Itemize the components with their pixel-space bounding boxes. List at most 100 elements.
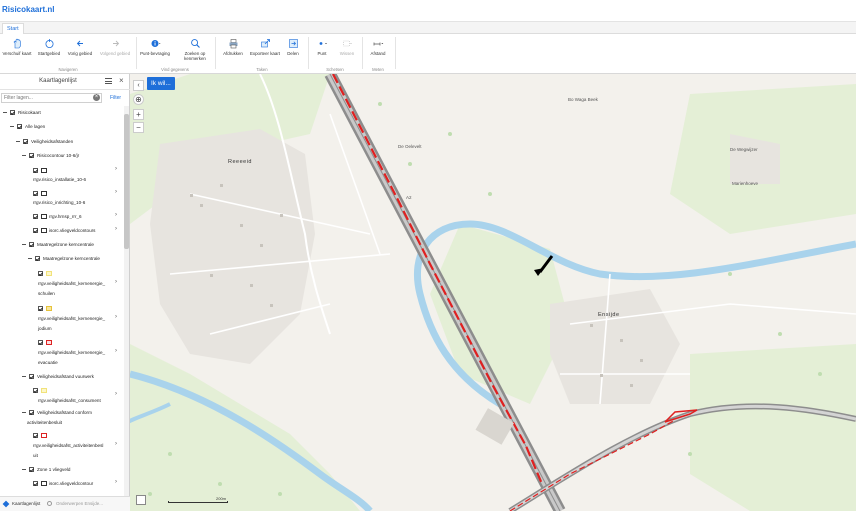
layer-checkbox[interactable]: [29, 410, 34, 416]
layer-checkbox[interactable]: [33, 481, 38, 487]
back-arrow-icon: [75, 38, 86, 49]
tree-row[interactable]: jodium: [38, 324, 52, 334]
expand-arrow-icon[interactable]: ›: [115, 226, 117, 232]
export-icon: [260, 38, 271, 49]
map-label-place: Marienhoeve: [732, 181, 759, 186]
home-extent-button[interactable]: Startgebied: [32, 38, 66, 62]
tree-row[interactable]: uit: [33, 451, 38, 461]
search-attributes-button[interactable]: Zoeken op kenmerken: [178, 38, 212, 62]
layer-checkbox[interactable]: [23, 139, 28, 145]
title-bar: Risicokaart.nl: [0, 0, 856, 22]
next-extent-button[interactable]: Volgend gebied: [98, 38, 132, 62]
tree-row[interactable]: evacuatie: [38, 358, 58, 368]
clear-filter-icon[interactable]: ×: [93, 94, 100, 101]
menu-icon[interactable]: [105, 78, 112, 84]
erase-sketch-button[interactable]: Wissen: [330, 38, 364, 62]
map-label-place: De Oelevelt: [398, 144, 422, 149]
ribbon-separator: [395, 37, 396, 69]
scale-label: 200m: [216, 496, 227, 501]
layer-checkbox[interactable]: [17, 124, 22, 130]
expand-arrow-icon[interactable]: ›: [115, 479, 117, 485]
filter-button[interactable]: Filter: [106, 93, 125, 103]
measure-distance-button[interactable]: Afstand: [361, 38, 395, 62]
brand-logo[interactable]: Risicokaart.nl: [2, 5, 54, 14]
layer-checkbox[interactable]: [38, 271, 43, 277]
group-label-sketch: Schetsen: [326, 67, 344, 72]
tree-row[interactable]: rrgv.risico_installatie_10-6: [33, 175, 86, 185]
filter-input[interactable]: [1, 93, 102, 103]
layer-checkbox[interactable]: [33, 228, 38, 234]
tree-row[interactable]: [38, 269, 54, 279]
tree-row[interactable]: [33, 431, 49, 441]
scale-line: [168, 501, 228, 503]
tree-scrollbar[interactable]: [124, 106, 129, 496]
layer-checkbox[interactable]: [33, 214, 38, 220]
i-want-to-button[interactable]: Ik wil...: [147, 77, 175, 90]
tree-row[interactable]: Risicocontour 10-6/jr: [22, 151, 79, 161]
zoom-out-button[interactable]: −: [133, 122, 144, 133]
layer-checkbox[interactable]: [33, 191, 38, 197]
layers-toggle-icon[interactable]: [136, 495, 146, 505]
map-label-town: Reeeeid: [228, 159, 252, 165]
expand-arrow-icon[interactable]: ›: [115, 189, 117, 195]
layer-checkbox[interactable]: [33, 388, 38, 394]
tree-row[interactable]: Veiligheidsafstanden: [16, 137, 73, 147]
layer-checkbox[interactable]: [38, 306, 43, 312]
expand-arrow-icon[interactable]: ›: [115, 391, 117, 397]
tab-topics[interactable]: Onderwerpen Ensijde...: [56, 501, 103, 506]
pan-map-button[interactable]: Verschuif kaart: [0, 38, 34, 62]
tree-row[interactable]: rrgv.hrnsp_rrr_6: [33, 212, 82, 222]
map-view[interactable]: Ik wil... ‹ ⊕ + − Reeeeid Ensijde De Oel…: [130, 74, 856, 511]
tree-row[interactable]: isorc.vliegveldcontours: [33, 226, 95, 236]
layer-checkbox[interactable]: [29, 374, 34, 380]
tree-row[interactable]: Alle lagen: [10, 122, 45, 132]
tree-row[interactable]: rrgv.risico_inrichting_10-6: [33, 198, 85, 208]
layer-checkbox[interactable]: [33, 168, 38, 174]
print-button[interactable]: Afdrukken: [216, 38, 250, 62]
layer-checkbox[interactable]: [10, 110, 15, 116]
previous-extent-button[interactable]: Vorig gebied: [63, 38, 97, 62]
layer-checkbox[interactable]: [33, 433, 38, 439]
tree-row[interactable]: rrgv.veiligheidsafst_kernenergie_: [38, 279, 105, 289]
layer-checkbox[interactable]: [29, 153, 34, 159]
tree-row[interactable]: Risicokaart: [3, 108, 41, 118]
expand-arrow-icon[interactable]: ›: [115, 348, 117, 354]
layer-checkbox[interactable]: [29, 467, 34, 473]
tree-row[interactable]: Zone 1 vliegveld: [22, 465, 70, 475]
tree-row[interactable]: Veiligheidsafstand vuurwerk: [22, 372, 94, 382]
tree-row[interactable]: activiteitenbesluit: [27, 418, 62, 428]
layer-checkbox[interactable]: [38, 340, 43, 346]
expand-arrow-icon[interactable]: ›: [115, 314, 117, 320]
tree-row[interactable]: rrgv.veiligheidsafst_activiteitenbesl: [33, 441, 103, 451]
tree-row[interactable]: [38, 338, 54, 348]
search-icon: [47, 501, 52, 506]
zoom-in-button[interactable]: +: [133, 109, 144, 120]
group-label-measure: Meten: [372, 67, 384, 72]
tree-row[interactable]: Maatregelzone kerncentrale: [22, 240, 94, 250]
expand-arrow-icon[interactable]: ›: [115, 212, 117, 218]
layer-checkbox[interactable]: [29, 242, 34, 248]
identify-point-button[interactable]: Punt-bevraging: [138, 38, 172, 62]
close-icon[interactable]: ×: [119, 76, 124, 85]
layer-checkbox[interactable]: [35, 256, 40, 262]
scrollbar-thumb[interactable]: [124, 114, 129, 249]
tree-row[interactable]: [38, 304, 54, 314]
tab-start[interactable]: Start: [2, 23, 24, 34]
expand-arrow-icon[interactable]: ›: [115, 279, 117, 285]
map-label-place: De Wegwijzer: [730, 147, 758, 152]
tab-layer-list[interactable]: Kaartlagenlijst: [12, 501, 40, 506]
tree-row[interactable]: isorc.vliegveldcontour: [33, 479, 93, 489]
tree-row[interactable]: rrgv.veiligheidsafst_kernenergie_: [38, 348, 105, 358]
legend-symbol-icon: [41, 214, 47, 220]
app-window: Risicokaart.nl Start Verschuif kaart Sta…: [0, 0, 856, 511]
tree-row[interactable]: rrgv.veiligheidsafst_kernenergie_: [38, 314, 105, 324]
tree-row[interactable]: schuilen: [38, 289, 55, 299]
expand-arrow-icon[interactable]: ›: [115, 166, 117, 172]
expand-arrow-icon[interactable]: ›: [115, 441, 117, 447]
locate-icon[interactable]: ⊕: [133, 94, 144, 105]
tree-row[interactable]: rrgv.veiligheidsafst_consument: [38, 396, 101, 406]
tree-row[interactable]: Maatregelzone kerncentrale: [28, 254, 100, 264]
tree-row[interactable]: [33, 386, 49, 396]
collapse-panel-icon[interactable]: ‹: [133, 80, 144, 91]
tree-row[interactable]: Veiligheidsafstand conform: [22, 408, 92, 418]
